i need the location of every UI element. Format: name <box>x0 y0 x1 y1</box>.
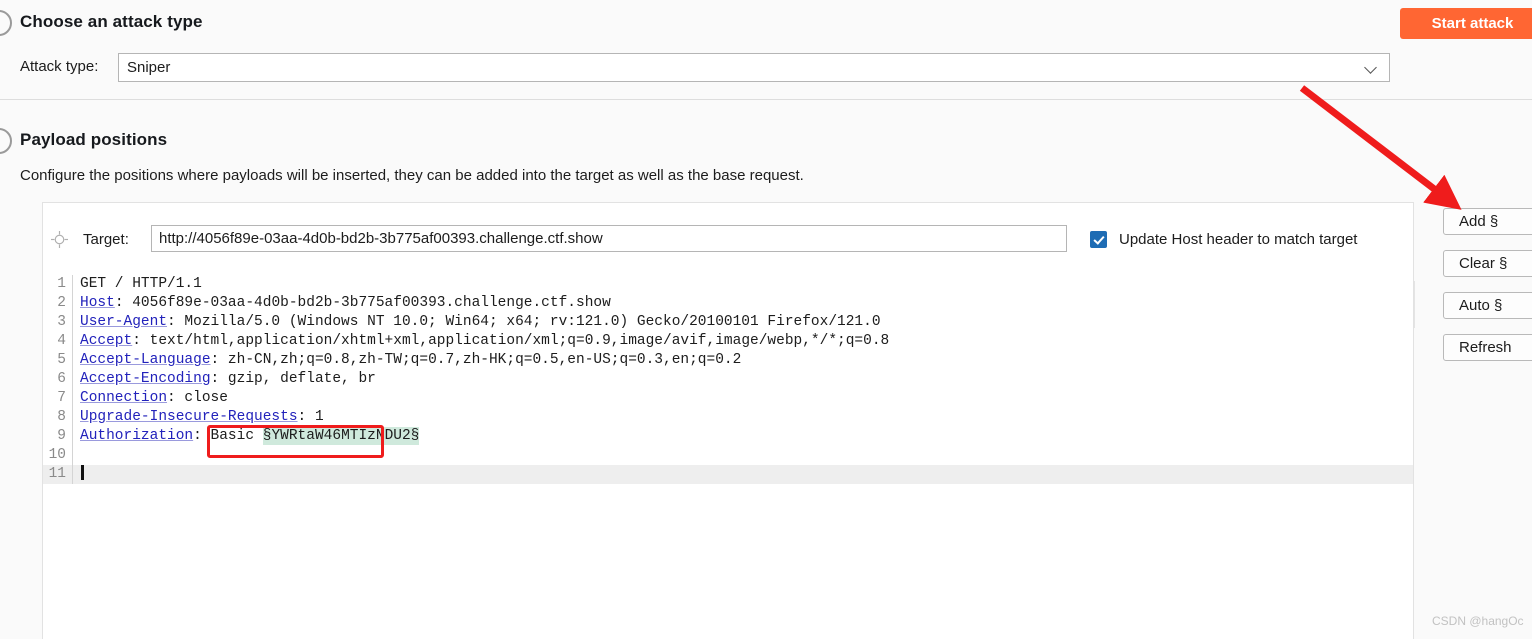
header-name: Accept-Language <box>80 352 211 368</box>
target-row: Target: Update Host header to match targ… <box>43 203 1413 275</box>
payload-positions-heading: Payload positions <box>20 130 168 149</box>
payload-positions-description: Configure the positions where payloads w… <box>20 167 804 184</box>
line-number: 5 <box>43 351 73 370</box>
crosshair-icon <box>51 231 68 248</box>
code-text: Connection: close <box>80 390 228 406</box>
text-caret <box>81 465 84 480</box>
code-text: Accept: text/html,application/xhtml+xml,… <box>80 333 890 349</box>
code-text: GET / HTTP/1.1 <box>80 276 202 292</box>
attack-type-section: Choose an attack type Attack type: Snipe… <box>0 0 1532 100</box>
code-line[interactable]: 3 User-Agent: Mozilla/5.0 (Windows NT 10.… <box>43 313 1413 332</box>
attack-type-value: Sniper <box>127 59 171 76</box>
header-name: Authorization <box>80 428 194 444</box>
header-name: User-Agent <box>80 314 168 330</box>
attack-type-label: Attack type: <box>20 58 99 75</box>
code-line[interactable]: 6 Accept-Encoding: gzip, deflate, br <box>43 370 1413 389</box>
code-text: User-Agent: Mozilla/5.0 (Windows NT 10.0… <box>80 314 881 330</box>
code-text: Accept-Encoding: gzip, deflate, br <box>80 371 376 387</box>
code-line[interactable]: 4 Accept: text/html,application/xhtml+xml… <box>43 332 1413 351</box>
line-number: 2 <box>43 294 73 313</box>
code-text: Authorization: Basic §YWRtaW46MTIzNDU2§ <box>80 427 420 445</box>
watermark: CSDN @hangOc <box>1432 614 1524 628</box>
clear-payload-marker-button[interactable]: Clear § <box>1443 250 1532 277</box>
line-number: 6 <box>43 370 73 389</box>
http-request-editor[interactable]: 1 GET / HTTP/1.1 2 Host: 4056f89e-03aa-4d0b… <box>43 275 1413 640</box>
code-line[interactable]: 11 <box>43 465 1413 484</box>
update-host-header-label: Update Host header to match target <box>1119 231 1358 248</box>
target-label: Target: <box>83 231 129 248</box>
add-payload-marker-button[interactable]: Add § <box>1443 208 1532 235</box>
auto-payload-marker-button[interactable]: Auto § <box>1443 292 1532 319</box>
attack-type-dropdown[interactable]: Sniper <box>118 53 1390 82</box>
header-name: Host <box>80 295 115 311</box>
code-line[interactable]: 10 <box>43 446 1413 465</box>
request-editor-panel: Target: Update Host header to match targ… <box>42 202 1415 640</box>
line-number: 3 <box>43 313 73 332</box>
line-number: 11 <box>43 465 73 484</box>
code-text: Upgrade-Insecure-Requests: 1 <box>80 409 324 425</box>
line-number: 7 <box>43 389 73 408</box>
code-line[interactable]: 5 Accept-Language: zh-CN,zh;q=0.8,zh-TW;q… <box>43 351 1413 370</box>
line-number: 1 <box>43 275 73 294</box>
update-host-header-checkbox[interactable] <box>1090 231 1107 248</box>
line-number: 4 <box>43 332 73 351</box>
chevron-down-icon <box>1365 62 1377 74</box>
code-line[interactable]: 2 Host: 4056f89e-03aa-4d0b-bd2b-3b775af00… <box>43 294 1413 313</box>
code-text: Accept-Language: zh-CN,zh;q=0.8,zh-TW;q=… <box>80 352 742 368</box>
code-line[interactable]: 1 GET / HTTP/1.1 <box>43 275 1413 294</box>
code-line[interactable]: 9 Authorization: Basic §YWRtaW46MTIzNDU2§ <box>43 427 1413 446</box>
code-text <box>73 465 84 482</box>
step-indicator-1 <box>0 10 12 36</box>
editor-ruler <box>1414 281 1415 328</box>
header-name: Accept-Encoding <box>80 371 211 387</box>
header-name: Accept <box>80 333 133 349</box>
code-line[interactable]: 7 Connection: close <box>43 389 1413 408</box>
code-line[interactable]: 8 Upgrade-Insecure-Requests: 1 <box>43 408 1413 427</box>
header-name: Connection <box>80 390 168 406</box>
start-attack-button[interactable]: Start attack <box>1400 8 1532 39</box>
header-name: Upgrade-Insecure-Requests <box>80 409 298 425</box>
attack-type-heading: Choose an attack type <box>20 12 203 31</box>
line-number: 9 <box>43 427 73 446</box>
target-url-input[interactable] <box>151 225 1067 252</box>
refresh-button[interactable]: Refresh <box>1443 334 1532 361</box>
code-text: Host: 4056f89e-03aa-4d0b-bd2b-3b775af003… <box>80 295 611 311</box>
line-number: 10 <box>43 446 73 465</box>
payload-marker: §YWRtaW46MTIzNDU2§ <box>262 427 420 445</box>
line-number: 8 <box>43 408 73 427</box>
